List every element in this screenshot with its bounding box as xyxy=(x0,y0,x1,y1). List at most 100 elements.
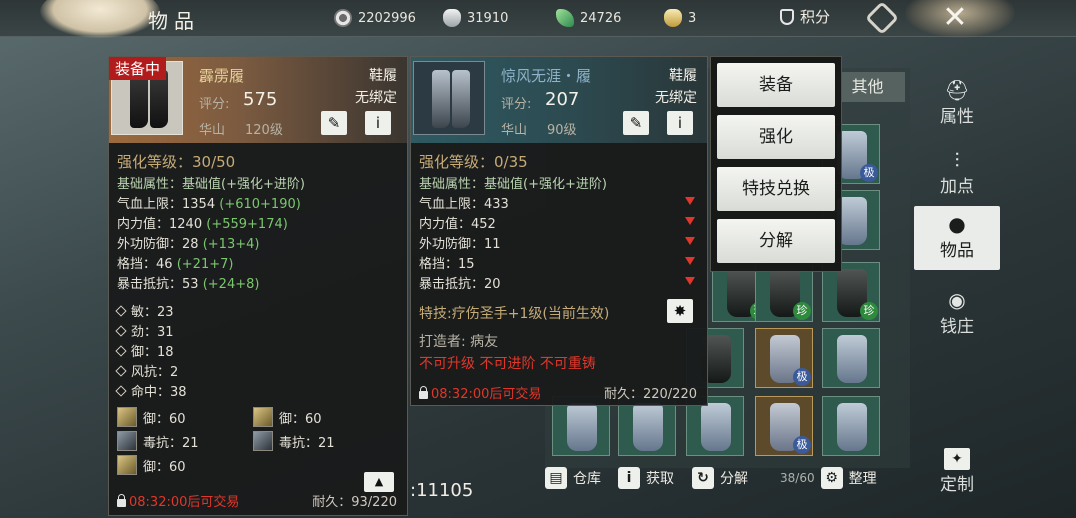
nav-item-items[interactable]: ● 物品 xyxy=(914,206,1000,270)
decrease-arrow-icon xyxy=(685,197,695,205)
diamond-icon xyxy=(115,325,127,337)
skill-line: 特技:疗伤圣手+1级(当前生效) xyxy=(419,306,610,322)
inventory-slot[interactable]: 极 xyxy=(755,328,813,388)
slot-badge: 极 xyxy=(860,164,878,182)
nav-item-points[interactable]: ⫶ 加点 xyxy=(914,142,1000,206)
extra-attr-text: 劲：31 xyxy=(131,325,174,340)
warehouse-button[interactable]: ▤ 仓库 xyxy=(545,466,601,490)
slot-badge: 极 xyxy=(793,436,811,454)
equip-button[interactable]: 装备 xyxy=(717,63,835,107)
item-score: 207 xyxy=(545,89,580,110)
score-button[interactable]: 积分 xyxy=(780,6,830,27)
stat-line: 内力值：452 xyxy=(419,213,496,232)
stat-bonus: (+13+4) xyxy=(202,237,260,252)
info-icon[interactable]: i xyxy=(667,111,693,135)
extra-attr-text: 风抗：2 xyxy=(131,365,179,380)
diamond-icon xyxy=(115,365,127,377)
brush-icon[interactable]: ✎ xyxy=(623,111,649,135)
currency-coin: 2202996 xyxy=(334,8,416,28)
tooltip-header: 惊风无涯・履 鞋履 无绑定 评分: 207 华山 90级 ✎ i xyxy=(411,57,707,143)
base-attr-header: 基础属性：基础值(+强化+进阶) xyxy=(117,177,305,192)
inventory-slot[interactable]: 极 xyxy=(755,396,813,456)
nav-item-attributes[interactable]: ⛑ 属性 xyxy=(914,72,1000,136)
item-level: 90级 xyxy=(547,123,577,138)
stat-label: 格挡： xyxy=(117,257,157,272)
currency-jade: 24726 xyxy=(556,8,621,28)
score-label: 积分 xyxy=(800,8,831,26)
gem-text: 毒抗：21 xyxy=(143,436,199,451)
stat-label: 暴击抵抗： xyxy=(419,277,485,292)
gem-icon xyxy=(117,455,137,475)
diamond-icon xyxy=(115,305,127,317)
gauntlet-icon xyxy=(837,403,867,451)
stat-value: 28 xyxy=(182,237,199,252)
stat-value: 452 xyxy=(471,217,496,232)
info-icon[interactable]: i xyxy=(365,111,391,135)
currency-gold: 3 xyxy=(664,8,696,28)
info-icon: i xyxy=(618,467,640,489)
stat-label: 气血上限： xyxy=(117,197,183,212)
gem-socket: 毒抗：21 xyxy=(117,431,199,451)
stat-value: 1240 xyxy=(169,217,203,232)
scroll-up-icon[interactable]: ▲ xyxy=(364,472,394,492)
stat-label: 内力值： xyxy=(117,217,170,232)
diamond-icon xyxy=(115,385,127,397)
item-score: 575 xyxy=(243,89,278,110)
trade-timer: 08:32:00后可交易 xyxy=(419,383,541,402)
jade-leaf-icon xyxy=(556,9,574,27)
stat-line: 气血上限：433 xyxy=(419,193,509,212)
close-icon[interactable]: ✕ xyxy=(935,0,975,35)
skill-flame-icon[interactable]: ✸ xyxy=(667,299,693,323)
extra-attr-text: 命中：38 xyxy=(131,385,187,400)
enhance-level: 强化等级：30/50 xyxy=(117,153,236,171)
money-pouch-icon: ◉ xyxy=(948,288,966,312)
sort-gear-icon: ⚙ xyxy=(820,467,843,489)
decrease-arrow-icon xyxy=(685,257,695,265)
gem-icon xyxy=(117,431,137,451)
inventory-slot[interactable] xyxy=(822,328,880,388)
decompose-button[interactable]: ↻ 分解 xyxy=(692,466,748,490)
maker-line: 打造者: 病友 xyxy=(419,334,499,350)
gem-socket: 御：60 xyxy=(253,407,322,427)
bracer-icon xyxy=(837,335,867,383)
gem-text: 毒抗：21 xyxy=(279,436,335,451)
inventory-slot[interactable] xyxy=(822,396,880,456)
brush-icon[interactable]: ✎ xyxy=(321,111,347,135)
stat-line: 格挡：46 (+21+7) xyxy=(117,253,233,272)
money-amount: :11105 xyxy=(410,480,474,501)
nav-item-bank[interactable]: ◉ 钱庄 xyxy=(914,282,1000,346)
durability: 耐久：93/220 xyxy=(312,495,397,510)
warehouse-icon: ▤ xyxy=(545,467,567,489)
equipped-badge: 装备中 xyxy=(109,57,167,80)
gem-icon xyxy=(117,407,137,427)
gem-text: 御：60 xyxy=(143,460,186,475)
bracer-icon xyxy=(633,403,663,451)
custom-button[interactable]: ✦ 定制 xyxy=(914,442,1000,500)
gem-socket: 御：60 xyxy=(117,407,186,427)
item-sect: 华山 xyxy=(501,123,528,138)
decompose-label: 分解 xyxy=(720,471,748,487)
stat-value: 15 xyxy=(458,257,475,272)
enhance-button[interactable]: 强化 xyxy=(717,115,835,159)
obtain-button[interactable]: i 获取 xyxy=(618,466,674,490)
durability: 耐久：220/220 xyxy=(603,387,697,402)
gem-socket: 毒抗：21 xyxy=(253,431,335,451)
currency-jade-value: 24726 xyxy=(580,10,622,26)
slot-badge: 珍 xyxy=(793,302,811,320)
item-action-menu: 装备 强化 特技兑换 分解 xyxy=(710,56,842,272)
item-bind: 无绑定 xyxy=(655,90,697,106)
decompose-item-button[interactable]: 分解 xyxy=(717,219,835,263)
stat-value: 53 xyxy=(182,277,199,292)
bag-capacity: 38/60 xyxy=(780,471,815,485)
extra-attr: 命中：38 xyxy=(115,381,187,400)
lock-icon xyxy=(419,386,428,399)
stat-label: 外功防御： xyxy=(117,237,183,252)
stat-bonus: (+559+174) xyxy=(206,217,288,232)
item-bind: 无绑定 xyxy=(355,90,397,106)
currency-gold-value: 3 xyxy=(688,10,697,26)
skill-exchange-button[interactable]: 特技兑换 xyxy=(717,167,835,211)
sort-button[interactable]: 38/60 ⚙ 整理 xyxy=(780,466,877,490)
stat-line: 格挡：15 xyxy=(419,253,475,272)
extra-attr-text: 御：18 xyxy=(131,345,174,360)
extra-attr: 敏：23 xyxy=(115,301,174,320)
